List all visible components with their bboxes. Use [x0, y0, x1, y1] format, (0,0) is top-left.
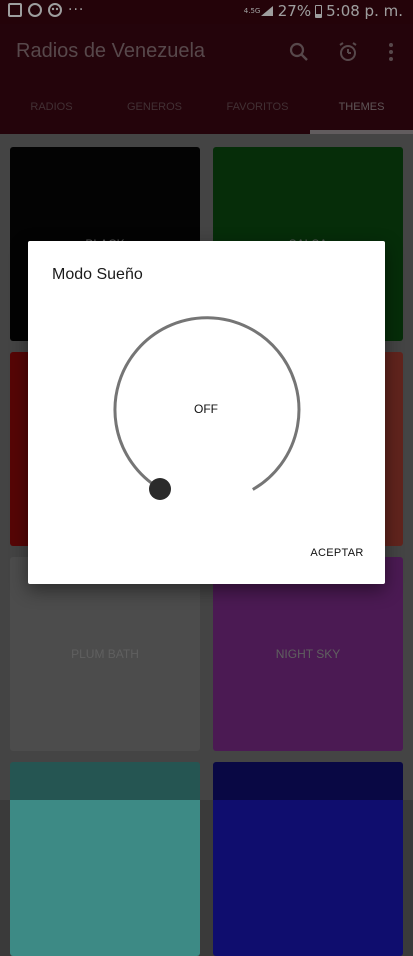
accept-button[interactable]: ACEPTAR — [304, 541, 370, 565]
timer-value: OFF — [194, 402, 218, 416]
sleep-mode-dialog: Modo Sueño OFF ACEPTAR — [28, 241, 385, 584]
dial-knob[interactable] — [149, 478, 171, 500]
